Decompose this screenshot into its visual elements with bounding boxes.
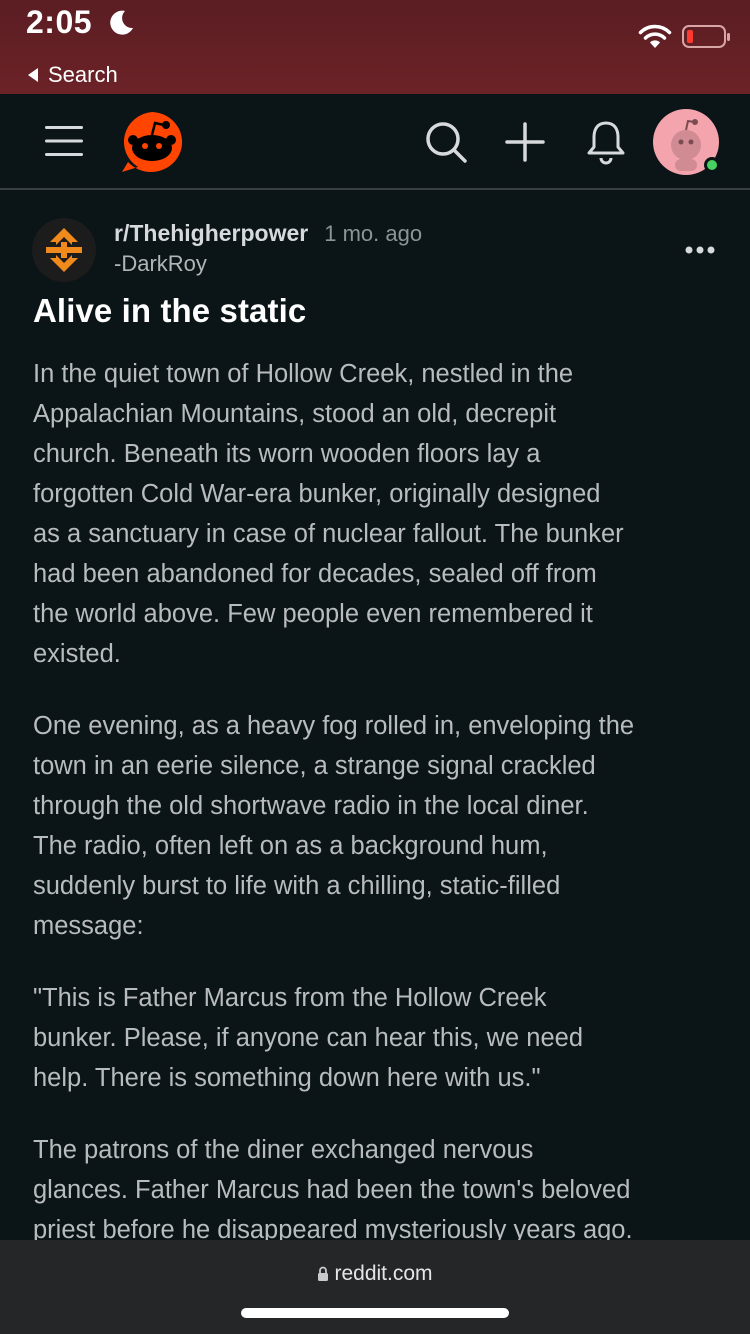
wifi-icon xyxy=(638,24,672,48)
status-bar: 2:05 Search xyxy=(0,0,750,94)
body-line: glances. Father Marcus had been the town… xyxy=(33,1176,631,1204)
body-line: had been abandoned for decades, sealed o… xyxy=(33,560,597,588)
back-arrow-icon xyxy=(28,68,38,82)
body-line: help. There is something down here with … xyxy=(33,1064,541,1092)
post-body: In the quiet town of Hollow Creek, nestl… xyxy=(33,354,723,1282)
reddit-logo-icon[interactable] xyxy=(118,110,186,174)
body-line: suddenly burst to life with a chilling, … xyxy=(33,872,561,900)
body-line: forgotten Cold War-era bunker, originall… xyxy=(33,480,601,508)
post-time: 1 mo. ago xyxy=(324,221,423,246)
back-to-search[interactable]: Search xyxy=(26,60,118,90)
paragraph: The patrons of the diner exchanged nervo… xyxy=(33,1130,723,1250)
post-meta: r/Thehigherpower 1 mo. ago -DarkRoy xyxy=(114,220,422,277)
battery-icon xyxy=(682,25,730,48)
menu-icon[interactable] xyxy=(44,124,84,158)
body-line: One evening, as a heavy fog rolled in, e… xyxy=(33,712,635,740)
search-icon[interactable] xyxy=(424,120,468,164)
notification-bell-icon[interactable] xyxy=(585,119,627,165)
online-status-dot xyxy=(704,157,720,173)
post-title: Alive in the static xyxy=(33,292,307,329)
body-line: "This is Father Marcus from the Hollow C… xyxy=(33,984,547,1012)
back-label: Search xyxy=(48,62,118,87)
browser-url-bar[interactable]: reddit.com xyxy=(0,1240,750,1334)
body-line: Appalachian Mountains, stood an old, dec… xyxy=(33,400,557,428)
url-text: reddit.com xyxy=(334,1262,433,1285)
subreddit-name[interactable]: r/Thehigherpower xyxy=(114,220,308,247)
more-options-icon[interactable] xyxy=(684,244,716,256)
create-post-plus-icon[interactable] xyxy=(505,122,545,162)
post-author[interactable]: -DarkRoy xyxy=(114,251,422,277)
lock-icon xyxy=(318,1266,329,1281)
paragraph: "This is Father Marcus from the Hollow C… xyxy=(33,978,723,1098)
body-line: as a sanctuary in case of nuclear fallou… xyxy=(33,520,624,548)
subreddit-icon[interactable] xyxy=(32,218,96,282)
paragraph: One evening, as a heavy fog rolled in, e… xyxy=(33,706,723,946)
status-time: 2:05 xyxy=(26,4,93,40)
app-header xyxy=(0,94,750,190)
paragraph: In the quiet town of Hollow Creek, nestl… xyxy=(33,354,723,674)
body-line: The patrons of the diner exchanged nervo… xyxy=(33,1136,534,1164)
body-line: bunker. Please, if anyone can hear this,… xyxy=(33,1024,584,1052)
body-line: the world above. Few people even remembe… xyxy=(33,600,593,628)
body-line: The radio, often left on as a background… xyxy=(33,832,548,860)
body-line: town in an eerie silence, a strange sign… xyxy=(33,752,596,780)
body-line: through the old shortwave radio in the l… xyxy=(33,792,589,820)
body-line: existed. xyxy=(33,640,121,668)
body-line: message: xyxy=(33,912,144,940)
body-line: In the quiet town of Hollow Creek, nestl… xyxy=(33,360,574,388)
moon-icon xyxy=(110,10,133,35)
url-display[interactable]: reddit.com xyxy=(0,1262,750,1286)
home-indicator[interactable] xyxy=(241,1308,509,1318)
body-line: church. Beneath its worn wooden floors l… xyxy=(33,440,541,468)
